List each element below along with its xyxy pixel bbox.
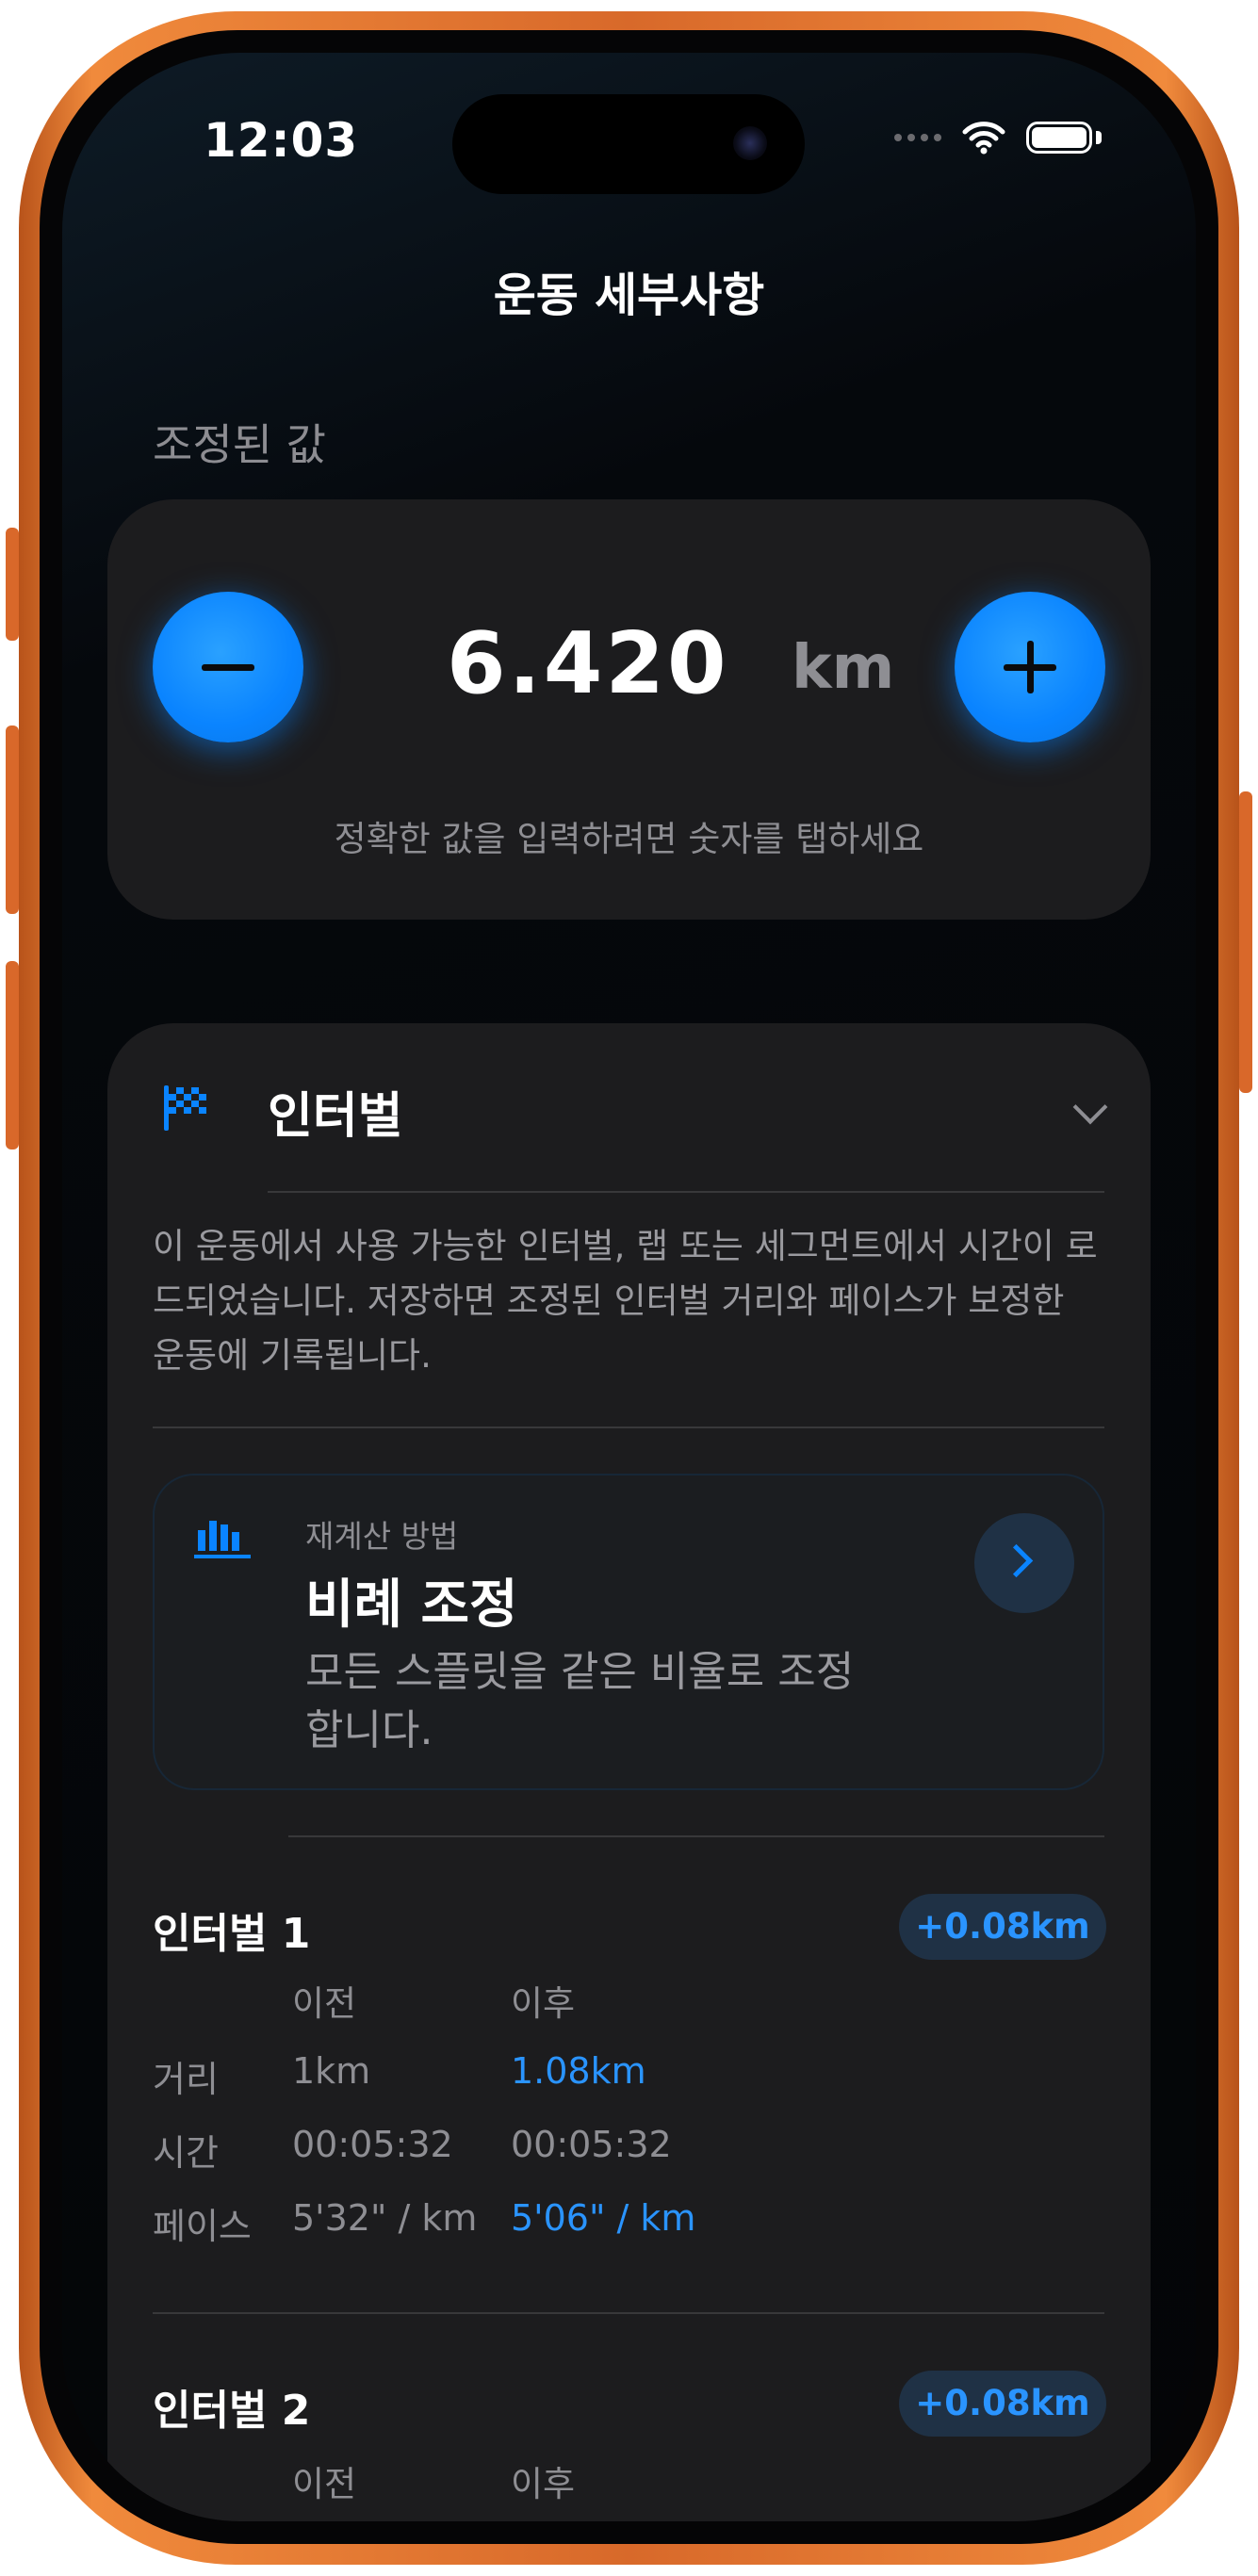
- pace-after: 5'06" / km: [511, 2197, 696, 2239]
- row-label-time: 시간: [153, 2132, 219, 2174]
- bar-chart-icon: [194, 1513, 251, 1564]
- column-before-header: 이전: [292, 1983, 357, 2024]
- recalc-method-title: 비례 조정: [305, 1574, 518, 1636]
- minus-icon: [202, 664, 254, 671]
- time-before: 00:05:32: [292, 2124, 453, 2165]
- distance-unit: km: [792, 633, 895, 703]
- intervals-description: 이 운동에서 사용 가능한 인터벌, 랩 또는 세그먼트에서 시간이 로드되었습…: [153, 1226, 1098, 1376]
- volume-down-button: [6, 961, 19, 1149]
- recalc-method-description: 모든 스플릿을 같은 비율로 조정합니다.: [305, 1648, 855, 1754]
- adjusted-value-label: 조정된 값: [153, 419, 326, 470]
- intervals-title: 인터벌: [268, 1088, 403, 1145]
- battery-tip: [1096, 131, 1102, 144]
- action-button: [6, 528, 19, 641]
- column-before-header: 이전: [292, 2464, 357, 2504]
- distance-before: 1km: [292, 2050, 371, 2092]
- column-after-header: 이후: [511, 1983, 576, 2024]
- plus-icon: [1027, 641, 1034, 693]
- divider: [153, 1427, 1104, 1428]
- column-after-header: 이후: [511, 2464, 576, 2504]
- recalc-method-label: 재계산 방법: [305, 1518, 459, 1555]
- status-time: 12:03: [204, 113, 359, 168]
- interval-1-delta-badge: +0.08km: [899, 1894, 1106, 1960]
- decrease-button[interactable]: [153, 592, 303, 742]
- interval-2-delta-badge: +0.08km: [899, 2371, 1106, 2437]
- intervals-card: 인터벌 이 운동에서 사용 가능한 인터벌, 랩 또는 세그먼트에서 시간이 로…: [107, 1023, 1151, 2521]
- chevron-right-button[interactable]: [974, 1513, 1074, 1613]
- chevron-right-icon: [999, 1543, 1034, 1578]
- interval-2-title: 인터벌 2: [153, 2387, 311, 2435]
- volume-up-button: [6, 726, 19, 914]
- checkered-flag-icon: [158, 1082, 211, 1136]
- signal-dots-icon: [894, 134, 941, 141]
- adjusted-value-card: 6.420 km 정확한 값을 입력하려면 숫자를 탭하세요: [107, 499, 1151, 920]
- power-button: [1239, 791, 1252, 1093]
- screen: 12:03 운동 세부사항 조정된 값 6.420 km 정확한 값을 입력하려…: [62, 53, 1196, 2521]
- increase-button[interactable]: [955, 592, 1105, 742]
- status-icons: [894, 119, 1102, 156]
- recalc-method-button[interactable]: 재계산 방법 비례 조정 모든 스플릿을 같은 비율로 조정합니다.: [153, 1474, 1104, 1790]
- divider: [268, 1191, 1104, 1193]
- time-after: 00:05:32: [511, 2124, 672, 2165]
- value-hint: 정확한 값을 입력하려면 숫자를 탭하세요: [334, 819, 924, 859]
- camera-icon: [733, 126, 767, 160]
- divider: [153, 2312, 1104, 2314]
- chevron-down-icon[interactable]: [1072, 1089, 1108, 1125]
- page-title: 운동 세부사항: [493, 269, 765, 322]
- divider: [288, 1835, 1104, 1837]
- distance-value[interactable]: 6.420: [447, 614, 729, 713]
- row-label-pace: 페이스: [153, 2206, 252, 2247]
- battery-icon: [1026, 122, 1092, 154]
- distance-after: 1.08km: [511, 2050, 646, 2092]
- pace-before: 5'32" / km: [292, 2197, 478, 2239]
- wifi-icon: [962, 122, 1005, 155]
- dynamic-island: [452, 94, 805, 194]
- row-label-distance: 거리: [153, 2059, 219, 2100]
- interval-1-title: 인터벌 1: [153, 1910, 311, 1958]
